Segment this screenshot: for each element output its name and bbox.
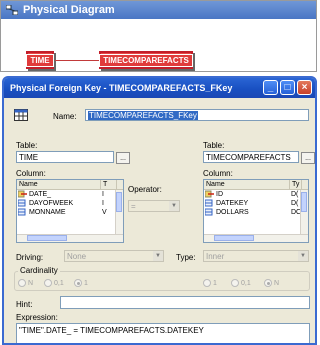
column-icon <box>205 208 213 216</box>
right-grid-header-name[interactable]: Name <box>204 180 290 189</box>
physical-diagram-titlebar[interactable]: Physical Diagram <box>1 1 316 19</box>
name-value: TIMECOMPAREFACTS_FKey <box>88 110 198 120</box>
left-table-field[interactable]: TIME <box>16 151 114 163</box>
left-grid-row[interactable]: MONNAME V <box>17 208 123 217</box>
physical-foreign-key-dialog: Physical Foreign Key - TIMECOMPAREFACTS_… <box>2 76 317 345</box>
right-row-name: DATEKEY <box>216 200 249 207</box>
right-grid-row[interactable]: DATEKEY D( <box>204 199 308 208</box>
diagram-icon <box>6 5 18 15</box>
chevron-down-icon: ▼ <box>298 251 308 261</box>
left-row-name: DATE_ <box>29 191 52 198</box>
left-table-label: Table: <box>16 141 38 150</box>
left-column-label: Column: <box>16 169 46 178</box>
right-column-grid[interactable]: Name Ty ID D( DATEKEY D( DOLLARS DC <box>203 179 309 243</box>
hint-label: Hint: <box>16 300 33 309</box>
close-button[interactable]: × <box>297 80 312 95</box>
right-table-browse-button[interactable]: ... <box>301 152 315 164</box>
chevron-down-icon: ▼ <box>153 251 163 261</box>
table-node-timecomparefacts[interactable]: TIMECOMPAREFACTS <box>99 51 193 69</box>
key-column-icon <box>205 190 214 198</box>
key-column-icon <box>18 190 27 198</box>
driving-label: Driving: <box>16 253 44 262</box>
physical-diagram-window: Physical Diagram TIME TIMECOMPAREFACTS <box>0 0 317 72</box>
card-left-1-radio[interactable]: 1 <box>74 279 88 287</box>
card-right-01-radio[interactable]: 0,1 <box>231 279 251 287</box>
minimize-button[interactable]: _ <box>263 80 278 95</box>
column-icon <box>18 208 26 216</box>
left-row-type: I <box>102 191 104 198</box>
diagram-canvas[interactable]: TIME TIMECOMPAREFACTS <box>1 19 316 71</box>
left-row-type: I <box>102 200 104 207</box>
right-row-name: DOLLARS <box>216 209 249 216</box>
right-grid-row[interactable]: ID D( <box>204 190 308 199</box>
right-table-label: Table: <box>203 141 225 150</box>
left-row-name: DAYOFWEEK <box>29 200 74 207</box>
expression-label: Expression: <box>16 313 58 322</box>
type-label: Type: <box>176 253 196 262</box>
left-grid-header-type[interactable]: T <box>101 180 117 189</box>
table-node-time[interactable]: TIME <box>26 51 54 69</box>
table-node-time-label: TIME <box>26 53 54 67</box>
card-left-01-radio[interactable]: 0,1 <box>44 279 64 287</box>
type-value: Inner <box>206 251 225 261</box>
operator-label: Operator: <box>128 185 162 194</box>
expression-field[interactable]: "TIME".DATE_ = TIMECOMPAREFACTS.DATEKEY <box>16 323 310 343</box>
name-label: Name: <box>53 112 77 121</box>
right-grid-header-type[interactable]: Ty <box>290 180 302 189</box>
left-table-browse-button[interactable]: ... <box>116 152 130 164</box>
name-field[interactable]: TIMECOMPAREFACTS_FKey <box>85 109 309 121</box>
card-right-n-radio[interactable]: N <box>264 279 279 287</box>
card-left-n-radio[interactable]: N <box>18 279 33 287</box>
left-grid-row[interactable]: DATE_ I <box>17 190 123 199</box>
foreign-key-icon <box>14 109 28 121</box>
driving-value: None <box>67 251 87 261</box>
right-grid-horizontal-scrollbar[interactable] <box>204 234 308 242</box>
hint-field[interactable] <box>60 296 310 309</box>
right-column-label: Column: <box>203 169 233 178</box>
left-grid-header-name[interactable]: Name <box>17 180 101 189</box>
left-column-grid[interactable]: Name T DATE_ I DAYOFWEEK I MONNAME V <box>16 179 124 243</box>
chevron-down-icon: ▼ <box>169 201 179 211</box>
right-grid-row[interactable]: DOLLARS DC <box>204 208 308 217</box>
column-icon <box>205 199 213 207</box>
driving-select[interactable]: None ▼ <box>64 250 164 262</box>
join-link-line[interactable] <box>55 60 101 61</box>
table-node-timecomparefacts-label: TIMECOMPAREFACTS <box>99 53 193 67</box>
right-row-name: ID <box>216 191 223 198</box>
left-grid-header: Name T <box>17 180 123 190</box>
left-grid-row[interactable]: DAYOFWEEK I <box>17 199 123 208</box>
right-grid-header: Name Ty <box>204 180 308 190</box>
right-grid-vertical-scrollbar[interactable] <box>300 190 308 234</box>
left-row-type: V <box>102 209 107 216</box>
operator-value: = <box>131 201 136 211</box>
expression-value: "TIME".DATE_ = TIMECOMPAREFACTS.DATEKEY <box>19 326 204 335</box>
maximize-button[interactable]: □ <box>280 80 295 95</box>
dialog-title: Physical Foreign Key - TIMECOMPAREFACTS_… <box>10 83 233 93</box>
operator-select[interactable]: = ▼ <box>128 200 180 212</box>
column-icon <box>18 199 26 207</box>
type-select[interactable]: Inner ▼ <box>203 250 309 262</box>
cardinality-label: Cardinality <box>18 266 60 275</box>
left-grid-vertical-scrollbar[interactable] <box>115 190 123 234</box>
left-row-name: MONNAME <box>29 209 66 216</box>
left-grid-horizontal-scrollbar[interactable] <box>17 234 123 242</box>
right-table-field[interactable]: TIMECOMPAREFACTS <box>203 151 299 163</box>
physical-diagram-title: Physical Diagram <box>23 4 115 16</box>
card-right-1-radio[interactable]: 1 <box>203 279 217 287</box>
dialog-titlebar[interactable]: Physical Foreign Key - TIMECOMPAREFACTS_… <box>4 78 315 98</box>
